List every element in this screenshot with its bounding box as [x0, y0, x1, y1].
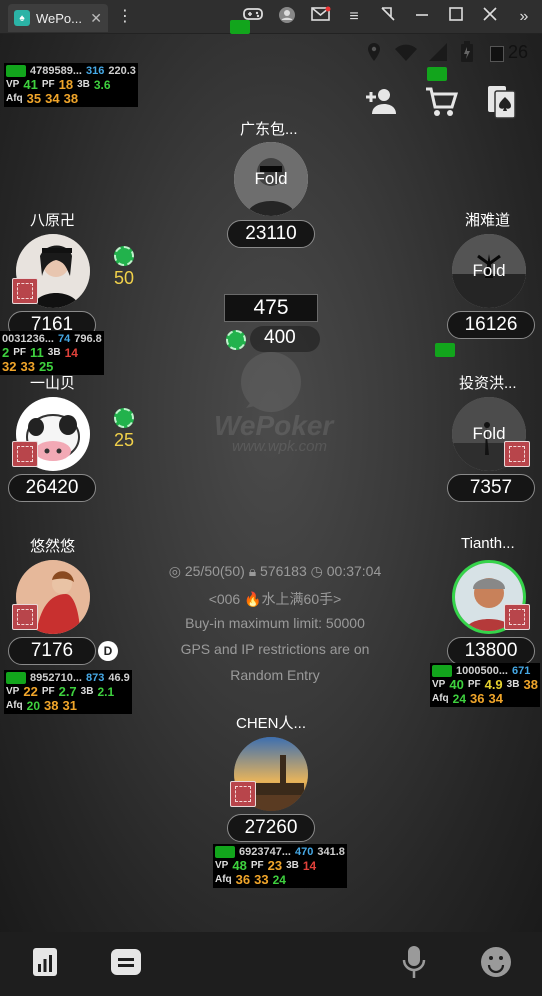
table-info-line: ◎ 25/50(50) 🔒︎ 576183 ◷ 00:37:04 — [130, 563, 420, 580]
chip-icon — [114, 246, 134, 266]
seat-left1-name: 八原卍 — [30, 212, 76, 229]
hud-panel: 4789589... 316 220.3 VP 41 PF 18 3B 3.6 Afq 35 34… — [4, 63, 138, 107]
cards-held-icon — [12, 278, 38, 304]
mail-icon[interactable] — [310, 6, 332, 28]
wepoker-app-icon: ♠ — [14, 10, 30, 26]
screenshot-icon — [490, 46, 504, 62]
restrictions: GPS and IP restrictions are on — [180, 641, 370, 657]
seat-right3-stack: 13800 — [447, 637, 535, 665]
hud-panel: 0031236... 74 796.8 2 PF 11 3B 14 32 33 25 — [0, 331, 104, 375]
chart-icon[interactable] — [31, 946, 59, 983]
cart-icon[interactable] — [424, 86, 459, 123]
table-id: 576183 — [260, 563, 307, 579]
seat-left3-stack: 7176 — [8, 637, 96, 665]
seat-left3-name: 悠然悠 — [30, 538, 76, 555]
cards-held-icon — [12, 441, 38, 467]
shrink-icon[interactable] — [377, 6, 399, 28]
seat-right1-avatar[interactable]: Fold — [452, 234, 526, 308]
seat-left1-bet: 50 — [114, 268, 135, 288]
current-bet: 400 — [264, 327, 296, 348]
dealer-button: D — [98, 641, 118, 661]
buyin-limit: Buy-in maximum limit: 50000 — [185, 615, 365, 631]
table-timer: 00:37:04 — [326, 563, 382, 579]
window-titlebar: ♠ WePo... ✕ ⋮ ≡ » — [0, 0, 542, 34]
seat-right2-stack: 7357 — [447, 474, 535, 502]
seat-bottom-name: CHEN人... — [236, 715, 307, 732]
cards-held-icon — [12, 604, 38, 630]
bottom-toolbar — [0, 932, 542, 996]
chip-icon — [226, 330, 246, 350]
fold-status: Fold — [234, 142, 308, 216]
more-vertical-icon[interactable]: ⋮ — [114, 6, 136, 28]
blinds-icon: ◎ — [168, 563, 181, 579]
close-icon[interactable] — [479, 6, 501, 28]
hud-marker — [427, 67, 447, 81]
app-tab[interactable]: ♠ WePo... ✕ — [8, 4, 108, 32]
card-spade-icon[interactable] — [486, 84, 518, 125]
seat-left2-name: 一山贝 — [30, 375, 76, 392]
location-icon — [366, 42, 382, 67]
chip-icon — [114, 408, 134, 428]
hud-panel: 8952710... 873 46.9 VP 22 PF 2.7 3B 2.1 Afq 20 38… — [4, 670, 132, 714]
hud-3bet: 3.6 — [93, 78, 111, 92]
minimize-icon[interactable] — [411, 6, 433, 28]
signal-icon — [428, 42, 448, 67]
menu-icon[interactable] — [110, 948, 142, 981]
pot-total: 475 — [224, 294, 318, 322]
hud-hands: 316 — [86, 65, 105, 77]
cards-held-icon — [504, 604, 530, 630]
table-tag: <006 🔥水上满60手> — [208, 591, 342, 607]
seat-left2-bet: 25 — [114, 430, 135, 450]
hud-bb: 220.3 — [108, 65, 136, 77]
hud-pfr: 18 — [58, 77, 74, 92]
wifi-icon — [394, 44, 418, 67]
hud-player-id: 4789589... — [30, 65, 82, 77]
emoji-icon[interactable] — [480, 946, 512, 983]
seat-left2-stack: 26420 — [8, 474, 96, 502]
hud-vpip: 41 — [23, 77, 38, 92]
hud-marker — [230, 20, 250, 34]
maximize-icon[interactable] — [445, 6, 467, 28]
seat-right3-name: Tianth... — [461, 535, 515, 552]
hud-panel: 1000500... 671 VP 40 PF 4.9 3B 38 Afq 24 36 34 — [430, 663, 540, 707]
seat-right2-name: 投资洪... — [459, 375, 517, 392]
cards-held-icon — [504, 441, 530, 467]
battery-icon — [460, 41, 474, 68]
watermark-url: www.wpk.com — [232, 438, 328, 455]
cards-held-icon — [230, 781, 256, 807]
seat-right1-name: 湘难道 — [465, 212, 511, 229]
expand-sidebar-icon[interactable]: » — [513, 6, 535, 28]
seat-top-name: 广东包... — [240, 121, 298, 138]
account-icon[interactable] — [276, 6, 298, 28]
seat-top-stack: 23110 — [227, 220, 315, 248]
clock-icon: ◷ — [310, 563, 323, 579]
lock-icon: 🔒︎ — [248, 563, 257, 579]
tab-close-icon[interactable]: ✕ — [90, 10, 102, 27]
seat-bottom-stack: 27260 — [227, 814, 315, 842]
seat-top-avatar[interactable]: Fold — [234, 142, 308, 216]
hud-marker — [435, 343, 455, 357]
status-time: 26 — [508, 42, 529, 62]
fold-status: Fold — [452, 234, 526, 308]
hamburger-icon[interactable]: ≡ — [343, 6, 365, 28]
mic-icon[interactable] — [402, 944, 426, 985]
blinds-text: 25/50(50) — [184, 563, 245, 579]
seat-right1-stack: 16126 — [447, 311, 535, 339]
add-person-icon[interactable] — [364, 86, 398, 121]
hud-panel: 6923747... 470 341.8 VP 48 PF 23 3B 14 Afq 36 33 2… — [213, 844, 347, 888]
entry-type: Random Entry — [230, 667, 320, 683]
tab-title: WePo... — [36, 10, 83, 26]
